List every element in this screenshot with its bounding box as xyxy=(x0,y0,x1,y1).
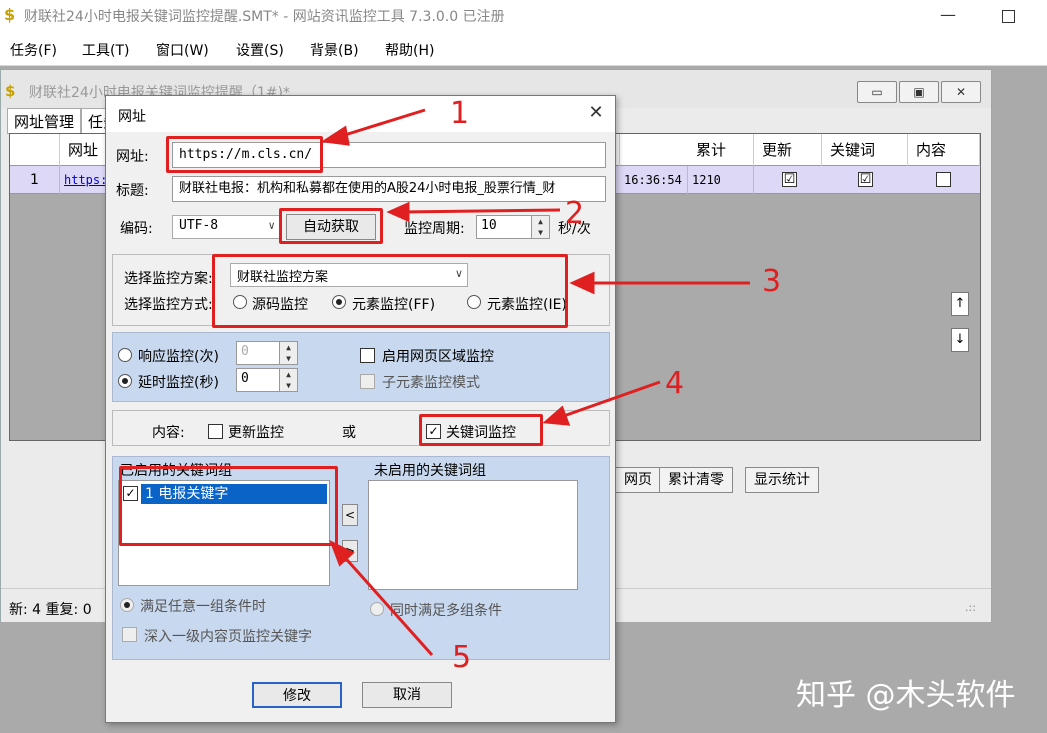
annotation-number-5: 5 xyxy=(452,640,472,675)
annotation-number-3: 3 xyxy=(762,264,782,299)
annotation-number-2: 2 xyxy=(565,196,585,231)
annotation-number-4: 4 xyxy=(665,366,685,401)
arrowhead-2 xyxy=(386,201,410,223)
arrow-4 xyxy=(557,380,661,420)
arrowhead-3 xyxy=(569,271,595,295)
arrow-1 xyxy=(334,108,426,140)
watermark-text: 知乎 @木头软件 xyxy=(796,678,1016,713)
arrow-5 xyxy=(338,551,434,656)
annotation-arrows xyxy=(320,108,750,656)
arrowhead-1 xyxy=(320,125,350,146)
annotation-number-1: 1 xyxy=(450,96,470,131)
arrowhead-4 xyxy=(542,405,571,426)
arrow-2 xyxy=(401,208,561,214)
